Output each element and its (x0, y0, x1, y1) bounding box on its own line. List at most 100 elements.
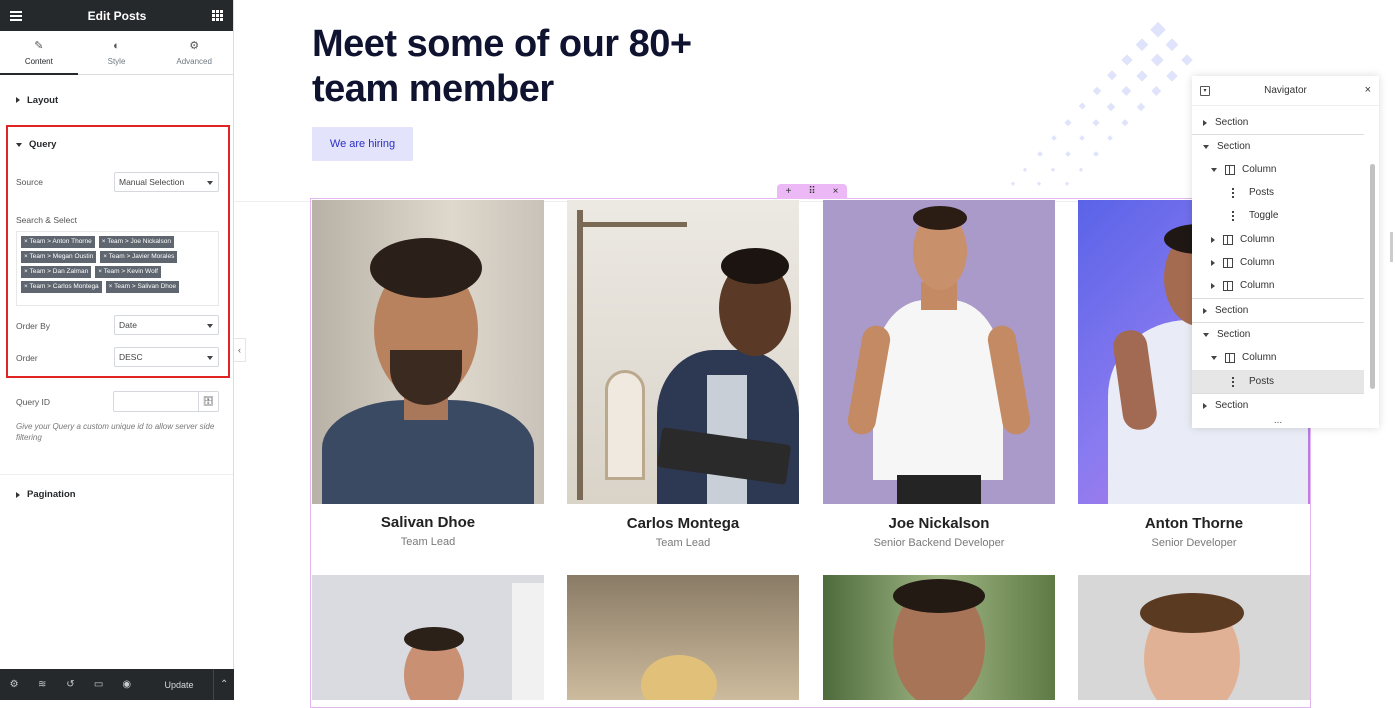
selected-tag[interactable]: × Team > Carlos Montega (21, 281, 102, 293)
history-icon[interactable]: ↺ (56, 679, 84, 690)
nav-item-label: Column (1240, 234, 1275, 245)
selected-tag[interactable]: × Team > Dan Zalman (21, 266, 92, 278)
team-member-photo (823, 200, 1055, 504)
add-element-icon[interactable]: + (785, 186, 791, 197)
column-icon (1225, 352, 1235, 363)
query-id-input[interactable]: 🗄 (113, 391, 219, 412)
column-icon (1225, 164, 1235, 175)
panel-tabs: ✎ Content ◐ Style ⚙ Advanced (0, 31, 233, 75)
nav-item-label: Column (1240, 257, 1275, 268)
nav-item-section[interactable]: Section (1192, 394, 1364, 417)
delete-section-icon[interactable]: × (833, 186, 839, 197)
order-by-select[interactable]: Date (114, 315, 219, 335)
chevron-down-icon (207, 181, 213, 185)
team-card[interactable] (1078, 575, 1310, 700)
navigator-scrollbar[interactable] (1370, 164, 1375, 389)
nav-item-column[interactable]: Column (1192, 346, 1364, 369)
decorative-dots-pattern (1010, 21, 1193, 186)
order-label: Order (16, 353, 38, 363)
nav-item-toggle[interactable]: Toggle (1192, 204, 1364, 227)
tab-content-label: Content (24, 57, 53, 66)
team-member-name: Carlos Montega (626, 515, 740, 532)
posts-list-icon (1232, 187, 1242, 198)
team-member-name: Anton Thorne (1144, 515, 1244, 532)
team-card[interactable]: Salivan Dhoe Team Lead (312, 200, 544, 548)
editor-panel: Edit Posts ✎ Content ◐ Style ⚙ Advanced … (0, 0, 234, 700)
tab-content[interactable]: ✎ Content (0, 31, 78, 75)
navigator-header[interactable]: ▾ Navigator × (1192, 76, 1379, 106)
team-card[interactable] (567, 575, 799, 700)
query-section: Query Source Manual Selection Search & S… (6, 125, 230, 378)
team-member-name: Joe Nickalson (888, 515, 990, 532)
nav-item-section[interactable]: Section (1192, 323, 1364, 346)
team-member-role: Team Lead (400, 536, 456, 548)
search-select-field[interactable]: × Team > Anton Thorne × Team > Joe Nicka… (16, 231, 219, 306)
caret-right-icon (1211, 282, 1215, 289)
team-member-photo (567, 575, 799, 700)
close-icon[interactable]: × (1365, 84, 1371, 96)
responsive-icon[interactable]: ▭ (84, 679, 112, 690)
team-card[interactable]: Joe Nickalson Senior Backend Developer (823, 200, 1055, 549)
tab-style[interactable]: ◐ Style (78, 31, 156, 74)
tab-advanced-label: Advanced (176, 57, 212, 66)
drag-handle-icon[interactable]: ⠿ (808, 186, 815, 197)
nav-item-column[interactable]: Column (1192, 251, 1364, 274)
selected-tag[interactable]: × Team > Megan Oustin (21, 251, 97, 263)
selected-tag[interactable]: × Team > Anton Thorne (21, 236, 95, 248)
nav-item-label: Section (1215, 305, 1249, 316)
caret-right-icon (1203, 402, 1207, 409)
nav-item-label: Column (1242, 352, 1277, 363)
caret-right-icon (1203, 119, 1207, 126)
nav-item-section[interactable]: Section (1192, 111, 1364, 134)
nav-item-column[interactable]: Column (1192, 158, 1364, 181)
column-icon (1223, 257, 1233, 268)
nav-item-posts-selected[interactable]: Posts (1192, 370, 1364, 393)
team-card[interactable]: Carlos Montega Team Lead (567, 200, 799, 549)
order-by-select-value: Date (119, 320, 137, 330)
selected-tag[interactable]: × Team > Joe Nickalson (98, 236, 174, 248)
database-icon[interactable]: 🗄 (198, 392, 218, 411)
nav-item-section[interactable]: Section (1192, 135, 1364, 158)
column-icon (1223, 234, 1233, 245)
search-select-label: Search & Select (16, 215, 77, 225)
layers-icon[interactable]: ≋ (28, 679, 56, 690)
collapse-panel-handle[interactable]: ‹ (234, 338, 246, 362)
chevron-down-icon (207, 324, 213, 328)
selected-tag[interactable]: × Team > Salivan Dhoe (105, 281, 180, 293)
team-card[interactable] (312, 575, 544, 700)
posts-list-icon (1232, 376, 1242, 387)
hamburger-menu-icon[interactable] (10, 10, 22, 21)
we-are-hiring-button[interactable]: We are hiring (312, 127, 413, 161)
preview-eye-icon[interactable]: ◉ (113, 679, 141, 690)
team-member-role: Senior Backend Developer (873, 537, 1005, 549)
caret-right-icon (1203, 307, 1207, 314)
update-button[interactable]: Update (153, 680, 206, 690)
nav-item-column[interactable]: Column (1192, 274, 1364, 297)
query-section-toggle[interactable]: Query (16, 139, 56, 150)
layout-section-toggle[interactable]: Layout (0, 76, 233, 124)
chevron-up-icon[interactable]: ⌃ (213, 669, 234, 700)
page-scrollbar[interactable] (1390, 232, 1393, 262)
source-select[interactable]: Manual Selection (114, 172, 219, 192)
nav-item-label: Posts (1249, 187, 1275, 198)
settings-icon[interactable]: ⚙ (0, 679, 28, 690)
selected-tag[interactable]: × Team > Kevin Wolf (95, 266, 161, 278)
navigator-collapse-icon[interactable]: ▾ (1200, 86, 1210, 96)
caret-right-icon (16, 491, 20, 498)
order-select[interactable]: DESC (114, 347, 219, 367)
gear-icon: ⚙ (189, 40, 200, 52)
team-member-photo (312, 200, 544, 504)
team-member-name: Salivan Dhoe (380, 514, 476, 531)
nav-item-section[interactable]: Section (1192, 299, 1364, 322)
selected-tag[interactable]: × Team > Javier Morales (100, 251, 178, 263)
nav-item-posts[interactable]: Posts (1192, 181, 1364, 204)
team-member-role: Team Lead (655, 537, 711, 549)
pagination-section-toggle[interactable]: Pagination (0, 474, 233, 514)
tab-advanced[interactable]: ⚙ Advanced (155, 31, 233, 74)
navigator-resize-handle[interactable]: ... (1192, 415, 1364, 426)
widgets-grid-icon[interactable] (212, 10, 223, 21)
caret-right-icon (1211, 259, 1215, 266)
toggle-list-icon (1232, 210, 1242, 221)
team-card[interactable] (823, 575, 1055, 700)
nav-item-column[interactable]: Column (1192, 228, 1364, 251)
